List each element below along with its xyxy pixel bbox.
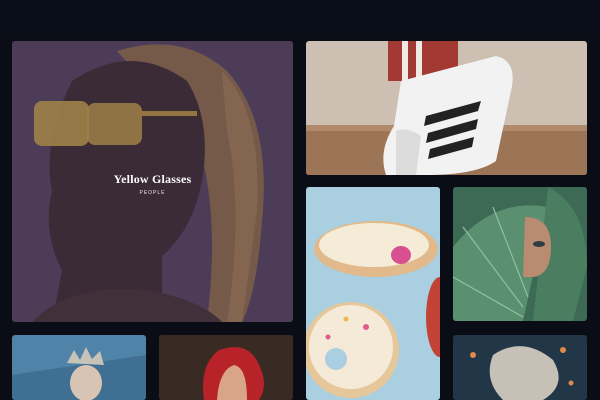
featured-title: Yellow Glasses xyxy=(113,172,192,186)
gallery-image xyxy=(306,41,587,175)
gallery-item-sneaker[interactable] xyxy=(306,41,587,175)
top-navigation-bar xyxy=(0,0,600,34)
featured-caption: Yellow Glasses PEOPLE xyxy=(12,172,293,196)
gallery-image xyxy=(453,335,587,400)
gallery-image xyxy=(159,335,293,400)
gallery-item-crowned-figure[interactable] xyxy=(12,335,146,400)
gallery-image xyxy=(12,335,146,400)
gallery-item-leaf-face[interactable] xyxy=(453,187,587,321)
gallery-item-yellow-glasses[interactable]: Yellow Glasses PEOPLE xyxy=(12,41,293,322)
gallery-image xyxy=(453,187,587,321)
gallery-image xyxy=(306,187,440,400)
gallery-item-donuts[interactable] xyxy=(306,187,440,400)
gallery-item-floating-hair[interactable] xyxy=(453,335,587,400)
featured-category: PEOPLE xyxy=(139,190,166,196)
gallery-item-red-hair[interactable] xyxy=(159,335,293,400)
